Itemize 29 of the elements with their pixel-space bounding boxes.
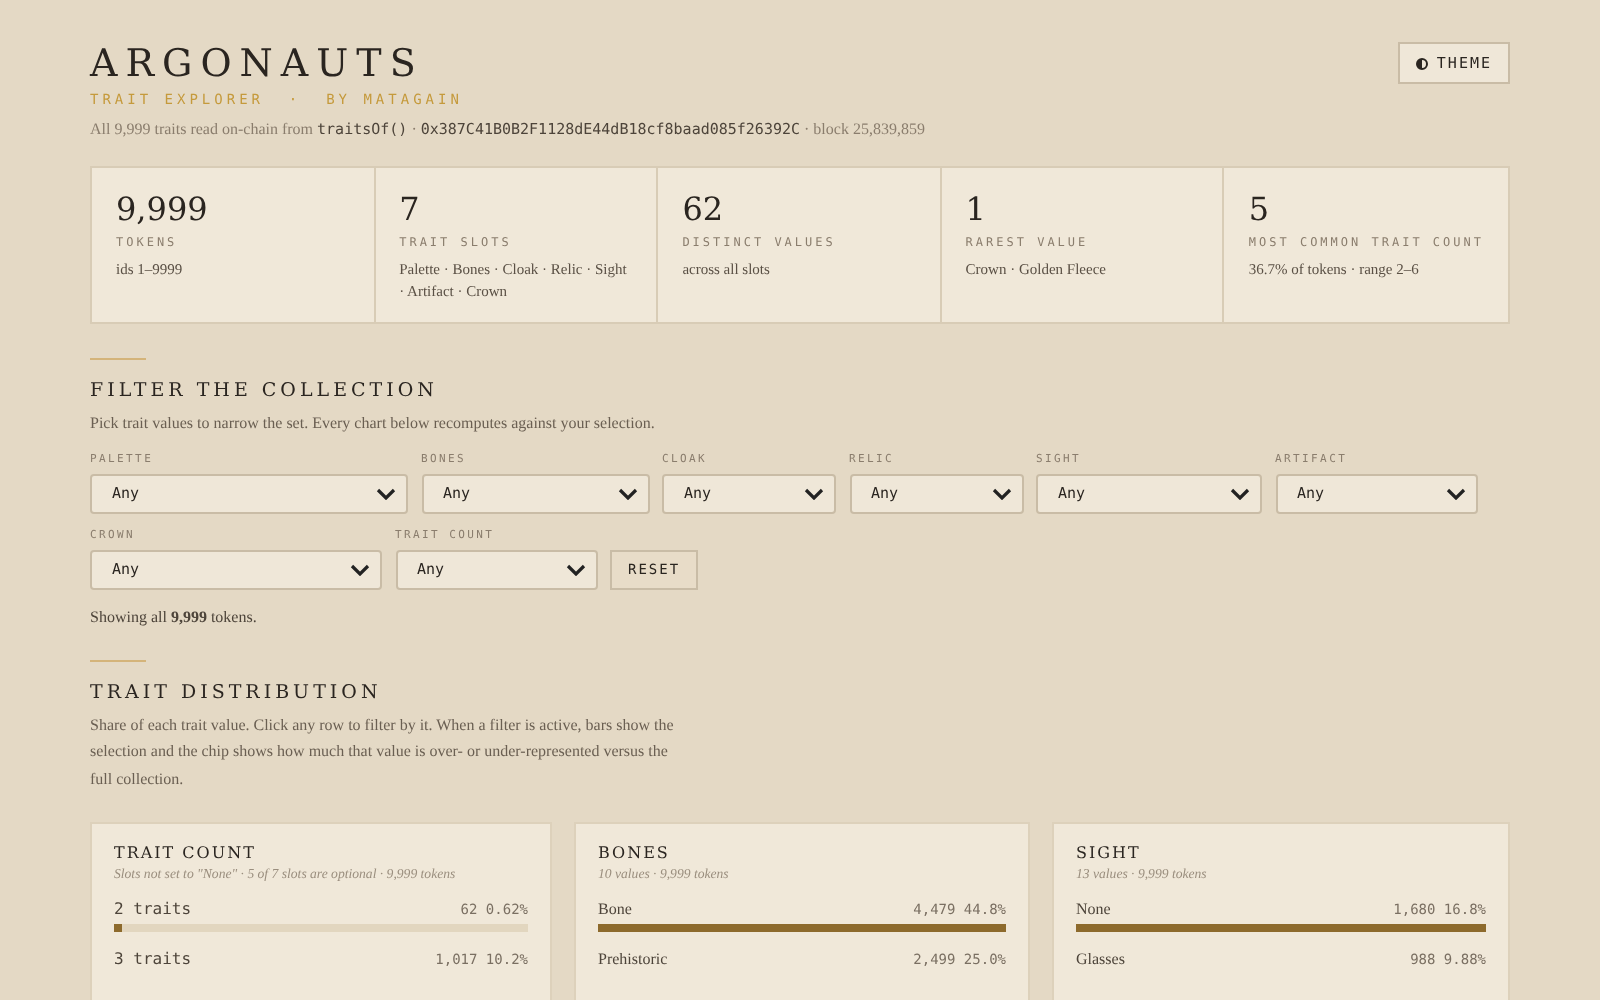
- chevron-down-icon: [376, 487, 396, 499]
- chevron-down-icon: [617, 487, 637, 499]
- site-title: ARGONAUTS: [90, 40, 426, 88]
- section-heading: FILTER THE COLLECTION: [90, 380, 440, 402]
- stat-value: 1: [965, 190, 988, 230]
- result-summary: Showing all 9,999 tokens.: [90, 607, 259, 625]
- section-heading: TRAIT DISTRIBUTION: [90, 681, 384, 703]
- trait-value-label[interactable]: Bone: [598, 900, 632, 918]
- section-description: Share of each trait value. Click any row to filter by it. When a filter is active, bars show the selection and the chip shows how much that value is over- or under-represented versus the full collection.: [90, 713, 676, 791]
- card-title: BONES: [598, 844, 672, 862]
- trait-value-label[interactable]: 2 traits: [114, 900, 192, 918]
- chevron-down-icon: [1445, 487, 1465, 499]
- chevron-down-icon: [991, 487, 1011, 499]
- stat-value: 9,999: [116, 190, 210, 230]
- trait-value-label[interactable]: None: [1076, 900, 1111, 918]
- half-circle-icon: [1416, 57, 1429, 69]
- chevron-down-icon: [804, 487, 824, 499]
- stat-value: 7: [399, 190, 422, 230]
- card-title: TRAIT COUNT: [114, 844, 258, 862]
- card-title: SIGHT: [1076, 844, 1143, 862]
- stat-value: 5: [1248, 190, 1272, 230]
- trait-value-label[interactable]: Prehistoric: [598, 950, 668, 968]
- stat-value: 62: [682, 190, 726, 230]
- section-description: Pick trait values to narrow the set. Every chart below recomputes against your selection.: [90, 412, 657, 436]
- chevron-down-icon: [1230, 487, 1250, 499]
- trait-value-label[interactable]: Glasses: [1076, 950, 1125, 968]
- chevron-down-icon: [565, 563, 585, 575]
- chevron-down-icon: [350, 563, 370, 575]
- trait-value-label[interactable]: 3 traits: [114, 950, 192, 968]
